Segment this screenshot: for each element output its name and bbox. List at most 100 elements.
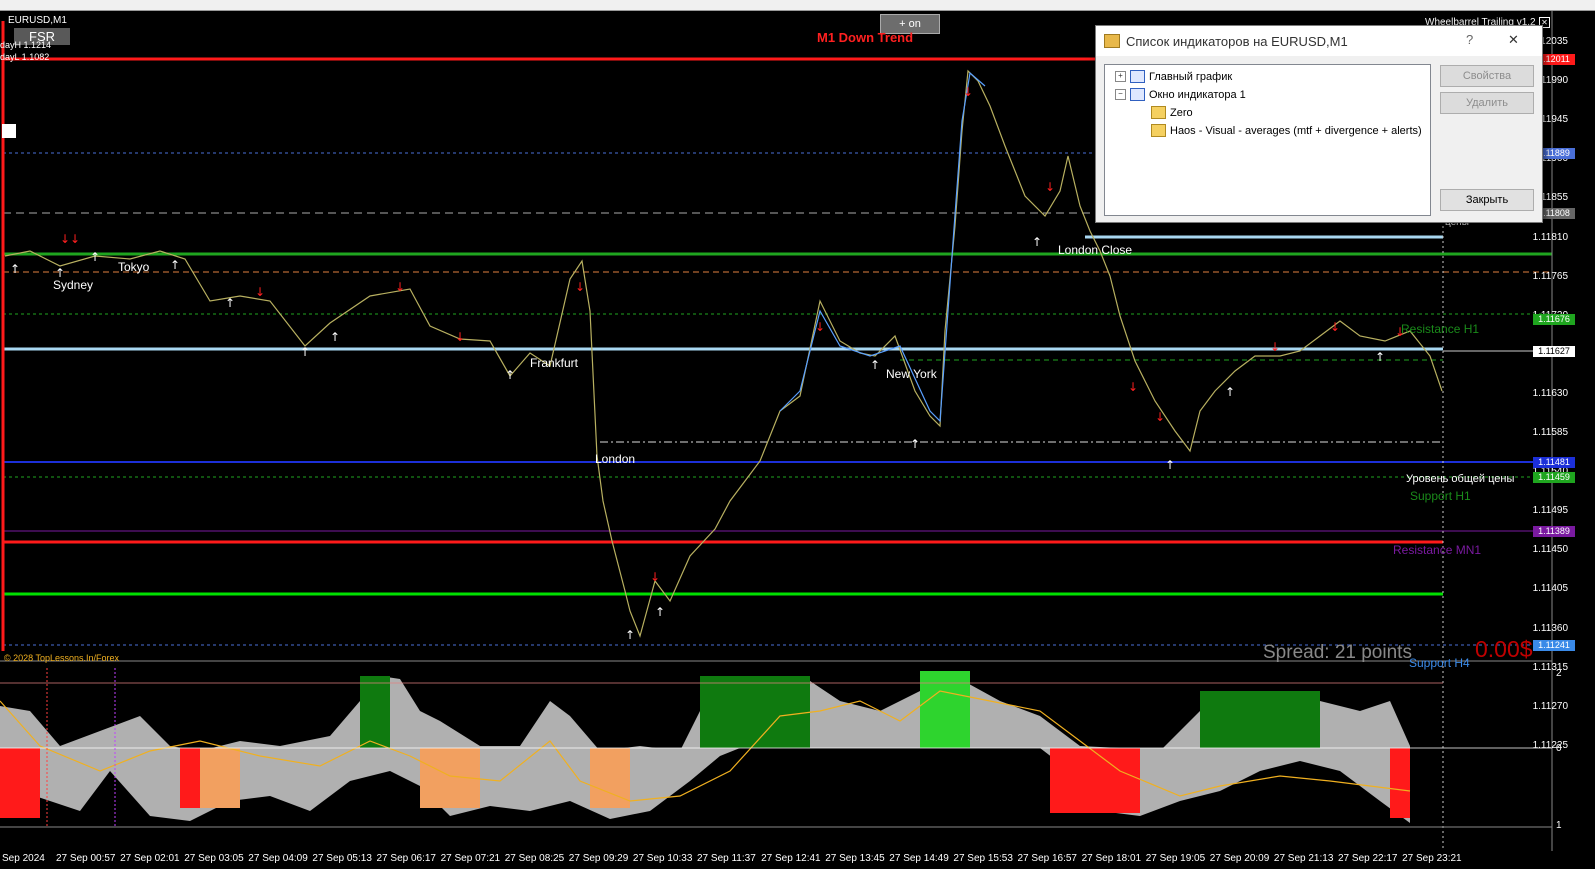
svg-text:↓: ↓ [395, 280, 405, 294]
price-axis-label: 1.11360 [1532, 622, 1568, 634]
indicator-list-dialog[interactable]: Список индикаторов на EURUSD,M1 ? ✕ + Гл… [1095, 25, 1543, 223]
price-axis-label: 1.11270 [1532, 700, 1568, 712]
time-axis-label: 27 Sep 02:01 [120, 853, 180, 864]
time-axis-label: 27 Sep 09:29 [568, 853, 629, 864]
svg-text:↓: ↓ [1330, 320, 1340, 334]
price-axis-label: 1.11810 [1532, 231, 1568, 243]
svg-text:↑: ↑ [625, 628, 635, 642]
svg-text:↑: ↑ [910, 437, 920, 451]
svg-text:↓: ↓ [455, 330, 465, 344]
price-axis-label: 1.11225 [1532, 739, 1568, 751]
svg-text:↑: ↑ [225, 296, 235, 310]
session-sydney: Sydney [53, 278, 94, 292]
price-axis-label: 1.11450 [1532, 544, 1568, 556]
time-axis-label: 27 Sep 05:13 [312, 853, 372, 864]
time-axis-label: 27 Sep 04:09 [248, 853, 308, 864]
svg-text:↓: ↓ [1045, 180, 1055, 194]
svg-text:↓: ↓ [60, 232, 70, 246]
svg-text:↓: ↓ [70, 232, 80, 246]
support-h4-label: Support H4 [1409, 656, 1470, 670]
time-axis-label: 27 Sep 00:57 [56, 853, 116, 864]
indicator-function-icon [1151, 124, 1166, 137]
price-tag-current: 1.11627 [1533, 346, 1575, 357]
price-tag-support-h4: 1.11241 [1533, 640, 1575, 651]
svg-text:↑: ↑ [1165, 458, 1175, 472]
price-axis-label: 1.11495 [1532, 505, 1568, 517]
svg-text:↓: ↓ [963, 85, 973, 99]
tree-label-haos: Haos - Visual - averages (mtf + divergen… [1170, 124, 1422, 137]
close-button[interactable]: Закрыть [1440, 189, 1534, 211]
trend-label: M1 Down Trend [817, 30, 914, 45]
session-london: London [595, 452, 636, 466]
tree-item-main-chart[interactable]: + Главный график [1115, 70, 1232, 83]
collapse-icon[interactable]: − [1115, 89, 1126, 100]
svg-text:↑: ↑ [300, 345, 310, 359]
svg-text:↑: ↑ [870, 358, 880, 372]
time-axis-label: 27 Sep 10:33 [632, 853, 693, 864]
time-axis-label: 27 Sep 22:17 [1338, 853, 1398, 864]
svg-text:↑: ↑ [90, 250, 100, 264]
time-axis-label: 27 Sep 23:21 [1402, 853, 1462, 864]
spread-label: Spread: 21 points [1263, 642, 1412, 663]
ma-series [779, 71, 986, 423]
price-tag-purple-mn1: 1.11389 [1533, 526, 1575, 537]
svg-text:↓: ↓ [255, 285, 265, 299]
top-toolbar [0, 0, 1595, 11]
price-axis-label: 1.11315 [1532, 661, 1568, 673]
chart-window-icon [1130, 88, 1145, 101]
svg-text:↓: ↓ [575, 280, 585, 294]
tree-label-zero: Zero [1170, 106, 1193, 119]
time-axis-label: 27 Sep 19:05 [1145, 853, 1206, 864]
price-axis-label: 1.11405 [1532, 583, 1568, 595]
svg-text:↓: ↓ [650, 570, 660, 584]
time-axis-label: 27 Sep 08:25 [504, 853, 565, 864]
svg-text:↑: ↑ [330, 330, 340, 344]
tree-label-indicator-window: Окно индикатора 1 [1149, 88, 1246, 101]
resistance-mn1-label: Resistance MN1 [1393, 543, 1482, 557]
chart-window-icon [1130, 70, 1145, 83]
price-tag-green-sup: 1.11459 [1533, 472, 1575, 483]
support-h1-label: Support H1 [1410, 489, 1471, 503]
copyright-label: © 2028 TopLessons.In/Forex [4, 653, 120, 663]
svg-text:↓: ↓ [1270, 340, 1280, 354]
delete-button[interactable]: Удалить [1440, 92, 1534, 114]
svg-text:↓: ↓ [1128, 380, 1138, 394]
chart-checkbox[interactable] [2, 124, 16, 138]
svg-text:↑: ↑ [1032, 235, 1042, 249]
tree-item-haos[interactable]: Haos - Visual - averages (mtf + divergen… [1151, 124, 1422, 137]
dialog-title-bar[interactable]: Список индикаторов на EURUSD,M1 ? ✕ [1096, 26, 1542, 56]
svg-text:↑: ↑ [1225, 385, 1235, 399]
time-axis-label: 27 Sep 18:01 [1081, 853, 1142, 864]
dialog-title: Список индикаторов на EURUSD,M1 [1126, 33, 1348, 49]
dialog-close-x-button[interactable]: ✕ [1508, 32, 1519, 48]
time-axis-label: 27 Sep 14:49 [889, 853, 949, 864]
price-axis-label: 1.11630 [1532, 387, 1568, 399]
properties-button[interactable]: Свойства [1440, 65, 1534, 87]
common-price-label: Уровень общей цены [1406, 473, 1515, 485]
dialog-help-button[interactable]: ? [1466, 32, 1473, 47]
time-axis-label: 27 Sep 20:09 [1209, 853, 1270, 864]
time-axis-label: 27 Sep 07:21 [440, 853, 501, 864]
expand-icon[interactable]: + [1115, 71, 1126, 82]
profit-label: 0.00$ [1475, 636, 1533, 662]
time-axis-label: Sep 2024 [2, 853, 45, 864]
tree-item-zero[interactable]: Zero [1151, 106, 1193, 119]
resistance-h1-label: Resistance H1 [1401, 322, 1480, 336]
time-axis-label: 27 Sep 12:41 [761, 853, 821, 864]
indicator-tree[interactable]: + Главный график − Окно индикатора 1 Zer… [1104, 64, 1431, 216]
session-tokyo: Tokyo [118, 260, 150, 274]
svg-text:↑: ↑ [655, 605, 665, 619]
session-new-york: New York [886, 367, 937, 381]
tree-label-main-chart: Главный график [1149, 70, 1233, 83]
haos-indicator[interactable] [0, 668, 1552, 827]
tree-item-indicator-window[interactable]: − Окно индикатора 1 [1115, 88, 1246, 101]
session-frankfurt: Frankfurt [530, 356, 579, 370]
indicator-axis-top: 2 [1556, 668, 1562, 679]
svg-text:↑: ↑ [1375, 350, 1385, 364]
indicator-axis-mid: 0 [1556, 743, 1562, 754]
indicator-axis-bottom: 1 [1556, 820, 1562, 831]
time-axis-label: 27 Sep 06:17 [376, 853, 437, 864]
price-tag-green-res: 1.11676 [1533, 314, 1575, 325]
price-axis-label: 1.11765 [1532, 270, 1568, 282]
day-low-label: dayL 1.1082 [0, 52, 50, 62]
